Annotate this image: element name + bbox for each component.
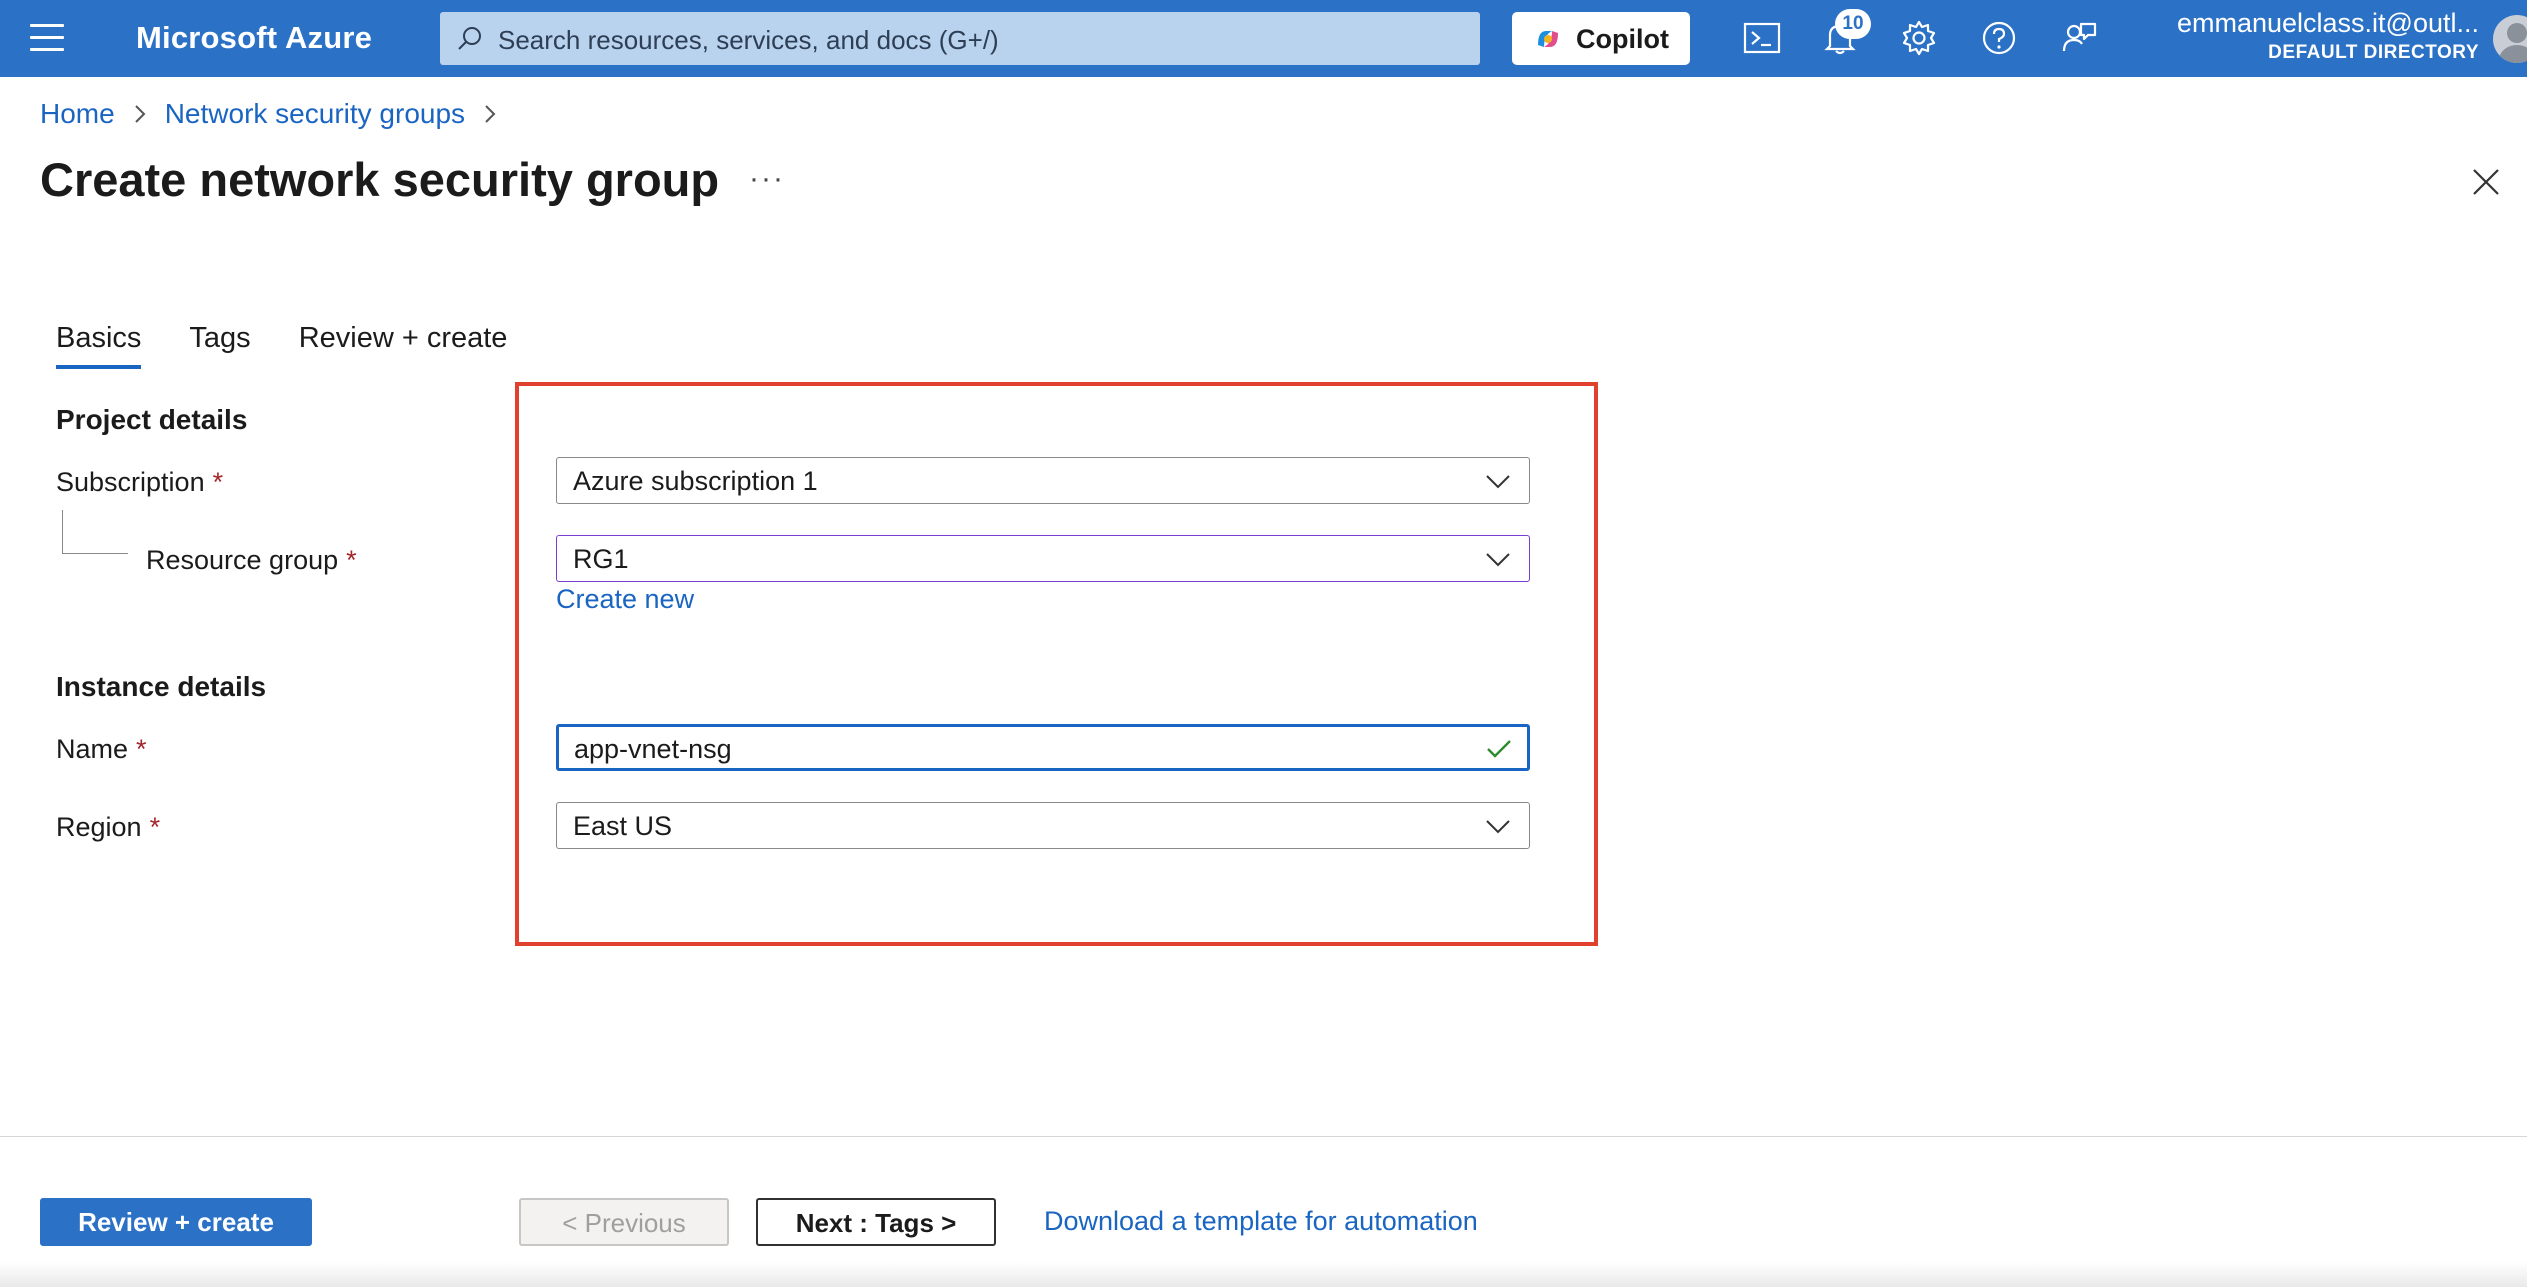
search-icon — [458, 27, 481, 50]
more-options-button[interactable]: ··· — [749, 162, 785, 196]
required-marker: * — [346, 545, 357, 575]
tab-list: Basics Tags Review + create — [56, 322, 555, 369]
breadcrumb: Home Network security groups — [40, 98, 515, 130]
tab-tags[interactable]: Tags — [189, 322, 250, 369]
search-input[interactable]: Search resources, services, and docs (G+… — [498, 25, 999, 56]
page-title: Create network security group — [40, 153, 720, 206]
account-directory: DEFAULT DIRECTORY — [2268, 42, 2479, 63]
chevron-right-icon — [134, 105, 146, 123]
highlight-box — [515, 382, 1598, 946]
region-label: Region * — [56, 812, 161, 842]
account-email: emmanuelclass.it@outl... — [2176, 8, 2479, 38]
footer-divider — [0, 1136, 2527, 1137]
subscription-label: Subscription * — [56, 467, 224, 497]
close-icon[interactable] — [2470, 166, 2502, 198]
resource-group-label: Resource group * — [146, 545, 357, 575]
breadcrumb-home[interactable]: Home — [40, 98, 115, 130]
tab-review-create[interactable]: Review + create — [299, 322, 508, 369]
notification-count-badge: 10 — [1835, 9, 1871, 39]
bottom-shadow — [0, 1262, 2527, 1287]
feedback-icon[interactable] — [2059, 18, 2099, 58]
required-marker: * — [212, 467, 224, 497]
settings-gear-icon[interactable] — [1899, 18, 1939, 58]
next-tags-button[interactable]: Next : Tags > — [756, 1198, 996, 1246]
cloud-shell-icon[interactable] — [1742, 18, 1782, 58]
tab-basics[interactable]: Basics — [56, 322, 142, 369]
instance-details-heading: Instance details — [56, 671, 267, 702]
required-marker: * — [149, 812, 161, 842]
download-template-link[interactable]: Download a template for automation — [1044, 1206, 1478, 1237]
required-marker: * — [136, 734, 147, 764]
search-box[interactable]: Search resources, services, and docs (G+… — [440, 12, 1480, 65]
tree-connector — [62, 510, 128, 554]
copilot-button[interactable]: Copilot — [1512, 12, 1690, 65]
top-bar: Microsoft Azure Search resources, servic… — [0, 0, 2527, 77]
name-label: Name * — [56, 734, 147, 764]
help-question-icon[interactable] — [1979, 18, 2019, 58]
review-create-button[interactable]: Review + create — [40, 1198, 312, 1246]
project-details-heading: Project details — [56, 404, 248, 435]
breadcrumb-network-security-groups[interactable]: Network security groups — [165, 98, 465, 130]
brand-title[interactable]: Microsoft Azure — [136, 20, 372, 56]
copilot-logo-icon — [1538, 31, 1558, 47]
avatar[interactable] — [2493, 15, 2527, 63]
previous-button[interactable]: < Previous — [519, 1198, 729, 1246]
account-info[interactable]: emmanuelclass.it@outl... DEFAULT DIRECTO… — [2177, 8, 2479, 64]
chevron-right-icon — [485, 105, 496, 123]
hamburger-menu-icon[interactable] — [30, 24, 64, 52]
